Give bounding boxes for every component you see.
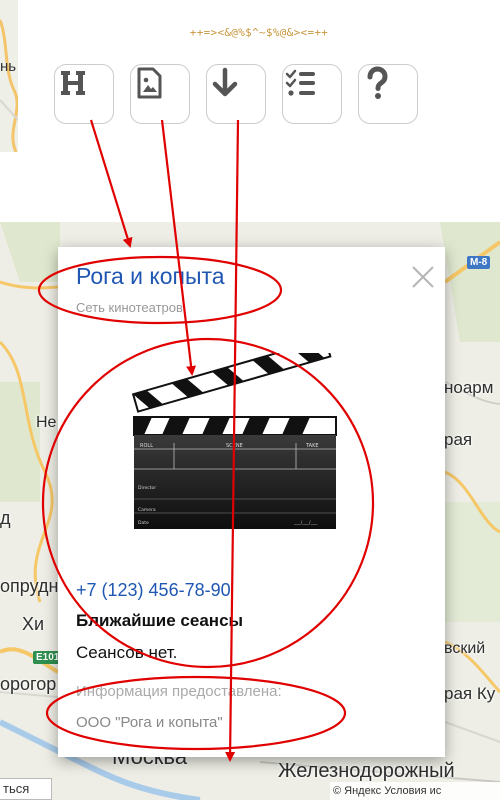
clapper-take-label: TAKE [305,443,319,449]
arrow-down-icon [212,67,238,97]
toolbar-caption: ++=><&@%$^~$%@&><=++ [189,26,329,39]
map-top-label: нь [0,58,17,75]
map-label-orogor: орогор [0,674,57,694]
info-provided-label: Информация предоставлена: [76,683,282,700]
map-label-oprud: опрудн [0,576,59,596]
checklist-button[interactable] [282,64,342,124]
balloon-phone-link[interactable]: +7 (123) 456-78-90 [76,580,231,601]
clapper-scene-label: SCENE [226,443,243,449]
question-icon [367,66,388,99]
organization-name: ООО "Рога и копыта" [76,714,223,731]
map-label-khi: Хи [22,614,45,634]
balloon-subtitle: Сеть кинотеатров [76,300,183,315]
toolbar-panel: ++=><&@%$^~$%@&><=++ [18,0,500,152]
clapper-roll-label: ROLL [140,443,153,449]
balloon-close-button[interactable] [411,265,435,289]
help-button[interactable] [358,64,418,124]
close-icon [412,266,434,288]
balloon-title-link[interactable]: Рога и копыта [76,263,225,290]
clapper-date-blank: ___/___/___ [293,520,318,526]
map-label-noarm: ноарм [444,378,494,397]
map-label-zheleznodorozhny: Железнодорожный [278,760,455,782]
sessions-heading: Ближайшие сеансы [76,611,244,630]
map-label-vsky: вский [444,640,486,657]
image-file-icon [137,67,162,99]
road-badge-m8: М-8 [467,256,491,269]
map-label-raya: рая [444,430,473,449]
clapper-camera-label: Camera [138,507,156,513]
checklist-icon [285,69,315,96]
map-label-d: д [0,508,11,528]
map-balloon: Рога и копыта Сеть кинотеатров ROLL SCEN… [58,247,445,757]
heading-icon [61,71,85,95]
top-map-fragment: нь ++=><&@%$^~$%@&><=++ [0,0,500,152]
clapper-date-label: Date [138,520,149,526]
map-copyright[interactable]: © Яндекс Условия ис [330,782,500,800]
sessions-text: Сеансов нет. [76,643,178,662]
clapperboard-image: ROLL SCENE TAKE Director Camera Date ___… [131,353,337,529]
download-button[interactable] [206,64,266,124]
clapper-director-label: Director [138,485,156,491]
map-open-link[interactable]: ться [0,778,52,800]
image-button[interactable] [130,64,190,124]
heading-button[interactable] [54,64,114,124]
map-label-ne: Не [36,414,57,431]
map-label-rayaku: рая Ку [444,684,496,703]
